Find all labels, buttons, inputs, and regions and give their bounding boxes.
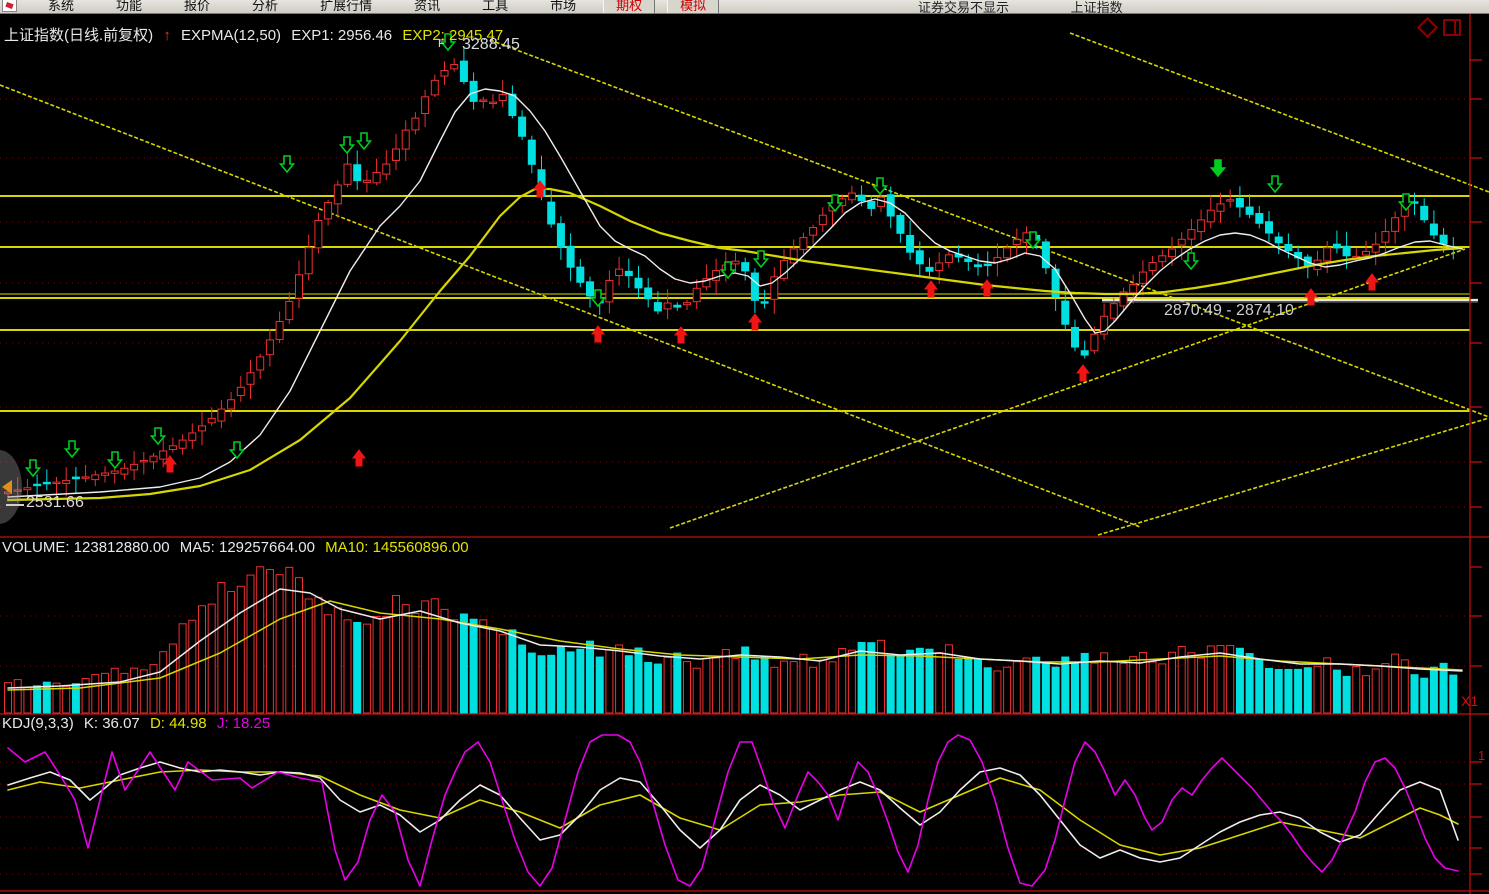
window-icon[interactable] — [1443, 19, 1461, 36]
trendline-range-label: 2870.49 - 2874.10 — [1164, 302, 1294, 320]
diamond-icon[interactable] — [1417, 17, 1438, 38]
menu-item-4[interactable]: 扩展行情 — [299, 0, 393, 14]
kdj-indicator-name[interactable]: KDJ(9,3,3) — [2, 715, 74, 732]
axis-partial-label: 1 — [1478, 748, 1485, 763]
menu-item-1[interactable]: 功能 — [95, 0, 163, 14]
signal-markers-layer — [27, 34, 1413, 476]
kdj-d-value: D: 44.98 — [150, 715, 207, 732]
volume-value: VOLUME: 123812880.00 — [2, 539, 170, 556]
instrument-title: 上证指数(日线.前复权) — [4, 27, 153, 44]
volume-ma5-value: MA5: 129257664.00 — [180, 539, 315, 556]
volume-bars-layer — [5, 567, 1457, 713]
kdj-k-value: K: 36.07 — [84, 715, 140, 732]
volume-ma10-value: MA10: 145560896.00 — [325, 539, 468, 556]
trading-app-window: { "menu": { "items": ["系统","功能","报价","分析… — [0, 0, 1489, 894]
menu-item-3[interactable]: 分析 — [231, 0, 299, 14]
chart-corner-tools — [1420, 19, 1461, 36]
menu-accent-item-1[interactable]: 模拟 — [667, 0, 719, 14]
chart-canvas[interactable] — [0, 0, 1489, 894]
kdj-j-value: J: 18.25 — [217, 715, 270, 732]
low-price-label: 2531.66 — [26, 494, 84, 512]
peak-price-label: 3288.45 — [462, 36, 520, 54]
current-index-label: 上证指数 — [1071, 0, 1123, 14]
menu-bar: 系统功能报价分析扩展行情资讯工具市场期权模拟 证券交易不显示 上证指数 — [0, 0, 1489, 14]
exp1-value: EXP1: 2956.46 — [291, 27, 392, 44]
menu-item-6[interactable]: 工具 — [461, 0, 529, 14]
diagonal-trendlines-layer — [0, 33, 1489, 535]
menu-accent-item-0[interactable]: 期权 — [603, 0, 655, 14]
menu-items: 系统功能报价分析扩展行情资讯工具市场期权模拟 — [27, 0, 725, 14]
kdj-header[interactable]: KDJ(9,3,3) K: 36.07 D: 44.98 J: 18.25 — [2, 715, 276, 732]
scroll-left-arrow-icon — [2, 480, 12, 494]
menu-item-2[interactable]: 报价 — [163, 0, 231, 14]
app-logo-icon — [2, 0, 17, 12]
menu-item-5[interactable]: 资讯 — [393, 0, 461, 14]
low-tick-mark — [6, 504, 24, 506]
trade-status-label: 证券交易不显示 — [918, 0, 1009, 14]
menu-item-7[interactable]: 市场 — [529, 0, 597, 14]
menu-item-0[interactable]: 系统 — [27, 0, 95, 14]
red-up-arrow-icon: ↑ — [163, 27, 171, 44]
peak-flag-label: F — [438, 38, 445, 50]
main-chart-header[interactable]: 上证指数(日线.前复权) ↑ EXPMA(12,50) EXP1: 2956.4… — [4, 24, 509, 45]
menu-status-area: 证券交易不显示 上证指数 — [918, 0, 1123, 14]
zoom-scale-label[interactable]: X1 — [1461, 693, 1478, 709]
indicator-name[interactable]: EXPMA(12,50) — [181, 27, 281, 44]
chart-area[interactable] — [0, 0, 1489, 894]
kdj-lines-layer — [8, 735, 1458, 886]
volume-header[interactable]: VOLUME: 123812880.00 MA5: 129257664.00 M… — [2, 539, 475, 556]
